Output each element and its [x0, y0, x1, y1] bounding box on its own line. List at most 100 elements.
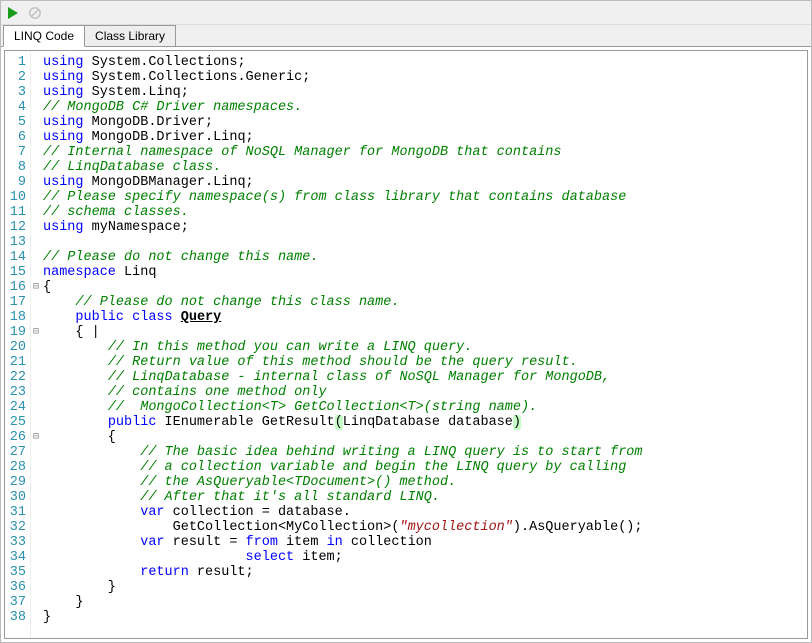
line-number: 15	[7, 265, 26, 280]
code-line[interactable]: var result = from item in collection	[43, 535, 807, 550]
fold-marker[interactable]: ⊟	[31, 325, 41, 340]
fold-marker	[31, 385, 41, 400]
code-editor[interactable]: 1234567891011121314151617181920212223242…	[4, 50, 808, 639]
code-line[interactable]: // After that it's all standard LINQ.	[43, 490, 807, 505]
code-line[interactable]: // The basic idea behind writing a LINQ …	[43, 445, 807, 460]
fold-marker	[31, 55, 41, 70]
fold-marker[interactable]: ⊟	[31, 280, 41, 295]
fold-marker	[31, 175, 41, 190]
stop-icon	[29, 7, 41, 19]
code-line[interactable]: using System.Collections.Generic;	[43, 70, 807, 85]
code-line[interactable]: // Internal namespace of NoSQL Manager f…	[43, 145, 807, 160]
code-line[interactable]: // Please do not change this name.	[43, 250, 807, 265]
line-number: 2	[7, 70, 26, 85]
line-number: 33	[7, 535, 26, 550]
code-line[interactable]: // Return value of this method should be…	[43, 355, 807, 370]
code-line[interactable]: // Please do not change this class name.	[43, 295, 807, 310]
line-number: 31	[7, 505, 26, 520]
line-number: 7	[7, 145, 26, 160]
line-number: 32	[7, 520, 26, 535]
line-number: 22	[7, 370, 26, 385]
code-line[interactable]: public class Query	[43, 310, 807, 325]
code-line[interactable]: return result;	[43, 565, 807, 580]
code-line[interactable]: // Please specify namespace(s) from clas…	[43, 190, 807, 205]
code-line[interactable]: select item;	[43, 550, 807, 565]
code-line[interactable]: namespace Linq	[43, 265, 807, 280]
line-number: 20	[7, 340, 26, 355]
code-line[interactable]: // LinqDatabase - internal class of NoSQ…	[43, 370, 807, 385]
line-number: 11	[7, 205, 26, 220]
fold-marker	[31, 205, 41, 220]
code-line[interactable]: using MongoDB.Driver.Linq;	[43, 130, 807, 145]
fold-marker	[31, 190, 41, 205]
tab-class-library[interactable]: Class Library	[84, 25, 176, 46]
code-line[interactable]: GetCollection<MyCollection>("mycollectio…	[43, 520, 807, 535]
code-line[interactable]: using System.Linq;	[43, 85, 807, 100]
code-line[interactable]: using myNamespace;	[43, 220, 807, 235]
fold-gutter: ⊟ ⊟ ⊟	[31, 51, 41, 638]
code-line[interactable]: // schema classes.	[43, 205, 807, 220]
code-line[interactable]: {	[43, 280, 807, 295]
line-number: 29	[7, 475, 26, 490]
fold-marker	[31, 505, 41, 520]
line-number: 26	[7, 430, 26, 445]
fold-marker	[31, 145, 41, 160]
code-line[interactable]: public IEnumerable GetResult(LinqDatabas…	[43, 415, 807, 430]
code-line[interactable]: }	[43, 580, 807, 595]
code-line[interactable]: using System.Collections;	[43, 55, 807, 70]
code-line[interactable]: var collection = database.	[43, 505, 807, 520]
fold-marker	[31, 490, 41, 505]
line-number: 3	[7, 85, 26, 100]
line-number: 35	[7, 565, 26, 580]
fold-marker	[31, 595, 41, 610]
line-number: 23	[7, 385, 26, 400]
stop-button[interactable]	[27, 5, 43, 21]
fold-marker	[31, 70, 41, 85]
line-number: 18	[7, 310, 26, 325]
code-line[interactable]: {	[43, 430, 807, 445]
fold-marker	[31, 550, 41, 565]
code-line[interactable]: }	[43, 595, 807, 610]
code-area[interactable]: using System.Collections;using System.Co…	[41, 51, 807, 638]
code-line[interactable]: using MongoDBManager.Linq;	[43, 175, 807, 190]
fold-marker	[31, 565, 41, 580]
line-number: 16	[7, 280, 26, 295]
fold-marker	[31, 160, 41, 175]
fold-marker	[31, 460, 41, 475]
fold-marker[interactable]: ⊟	[31, 430, 41, 445]
line-number: 1	[7, 55, 26, 70]
line-number: 38	[7, 610, 26, 625]
code-line[interactable]	[43, 235, 807, 250]
code-line[interactable]: // a collection variable and begin the L…	[43, 460, 807, 475]
code-line[interactable]: using MongoDB.Driver;	[43, 115, 807, 130]
code-line[interactable]: }	[43, 610, 807, 625]
fold-marker	[31, 445, 41, 460]
run-button[interactable]	[5, 5, 21, 21]
line-number: 5	[7, 115, 26, 130]
fold-marker	[31, 220, 41, 235]
fold-marker	[31, 475, 41, 490]
run-icon	[7, 7, 19, 19]
line-number: 10	[7, 190, 26, 205]
line-number-gutter: 1234567891011121314151617181920212223242…	[5, 51, 31, 638]
tab-linq-code[interactable]: LINQ Code	[3, 25, 85, 47]
line-number: 6	[7, 130, 26, 145]
code-line[interactable]: // MongoCollection<T> GetCollection<T>(s…	[43, 400, 807, 415]
fold-marker	[31, 340, 41, 355]
code-line[interactable]: // the AsQueryable<TDocument>() method.	[43, 475, 807, 490]
line-number: 12	[7, 220, 26, 235]
code-line[interactable]: { |	[43, 325, 807, 340]
line-number: 24	[7, 400, 26, 415]
code-line[interactable]: // MongoDB C# Driver namespaces.	[43, 100, 807, 115]
fold-marker	[31, 370, 41, 385]
line-number: 14	[7, 250, 26, 265]
editor-container: 1234567891011121314151617181920212223242…	[0, 46, 812, 643]
code-line[interactable]: // In this method you can write a LINQ q…	[43, 340, 807, 355]
line-number: 25	[7, 415, 26, 430]
code-line[interactable]: // contains one method only	[43, 385, 807, 400]
fold-marker	[31, 130, 41, 145]
code-line[interactable]: // LinqDatabase class.	[43, 160, 807, 175]
line-number: 37	[7, 595, 26, 610]
line-number: 36	[7, 580, 26, 595]
fold-marker	[31, 580, 41, 595]
